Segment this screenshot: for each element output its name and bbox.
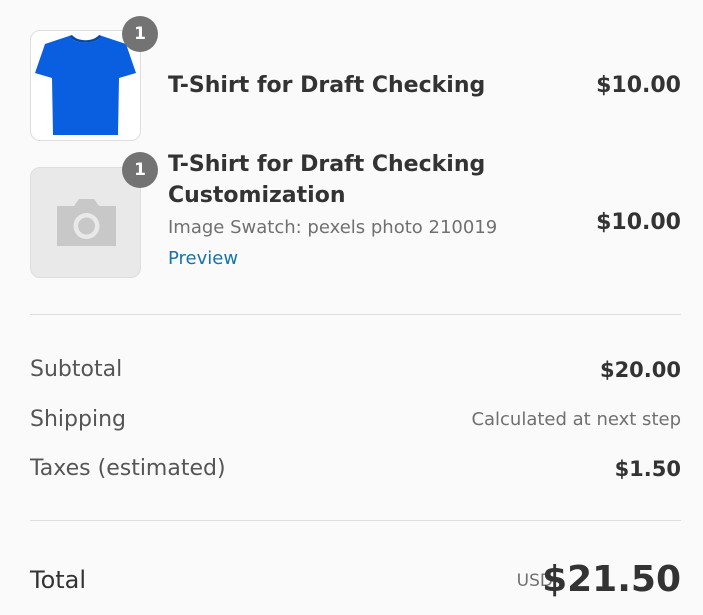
total-label: Total bbox=[30, 566, 87, 594]
product-option: Image Swatch: pexels photo 210019 bbox=[168, 217, 498, 238]
line-item: 1 T-Shirt for Draft Checking Customizati… bbox=[30, 152, 681, 280]
shipping-value: Calculated at next step bbox=[471, 409, 681, 430]
taxes-row: Taxes (estimated) $1.50 bbox=[30, 454, 681, 484]
subtotal-row: Subtotal $20.00 bbox=[30, 355, 681, 385]
quantity-badge: 1 bbox=[122, 152, 158, 188]
shipping-row: Shipping Calculated at next step bbox=[30, 405, 681, 435]
product-thumbnail bbox=[30, 30, 141, 141]
shipping-label: Shipping bbox=[30, 407, 126, 432]
quantity-badge: 1 bbox=[122, 16, 158, 52]
total-value: $21.50 bbox=[542, 559, 681, 600]
subtotal-value: $20.00 bbox=[599, 358, 681, 382]
taxes-value: $1.50 bbox=[614, 457, 681, 481]
line-item: 1 T-Shirt for Draft Checking $10.00 bbox=[30, 16, 681, 142]
product-price: $10.00 bbox=[596, 210, 681, 235]
divider bbox=[30, 520, 681, 521]
product-price: $10.00 bbox=[596, 73, 681, 98]
order-summary: 1 T-Shirt for Draft Checking $10.00 1 T-… bbox=[0, 0, 703, 615]
camera-placeholder-icon bbox=[57, 199, 116, 246]
total-row: Total USD $21.50 bbox=[30, 555, 681, 605]
product-name: T-Shirt for Draft Checking bbox=[168, 73, 486, 98]
taxes-label: Taxes (estimated) bbox=[30, 456, 226, 481]
subtotal-label: Subtotal bbox=[30, 357, 123, 382]
product-name-continued: Customization bbox=[168, 183, 346, 208]
product-thumbnail bbox=[30, 167, 141, 278]
product-name: T-Shirt for Draft Checking bbox=[168, 152, 486, 177]
preview-link[interactable]: Preview bbox=[168, 246, 238, 272]
divider bbox=[30, 314, 681, 315]
tshirt-image bbox=[35, 35, 136, 135]
